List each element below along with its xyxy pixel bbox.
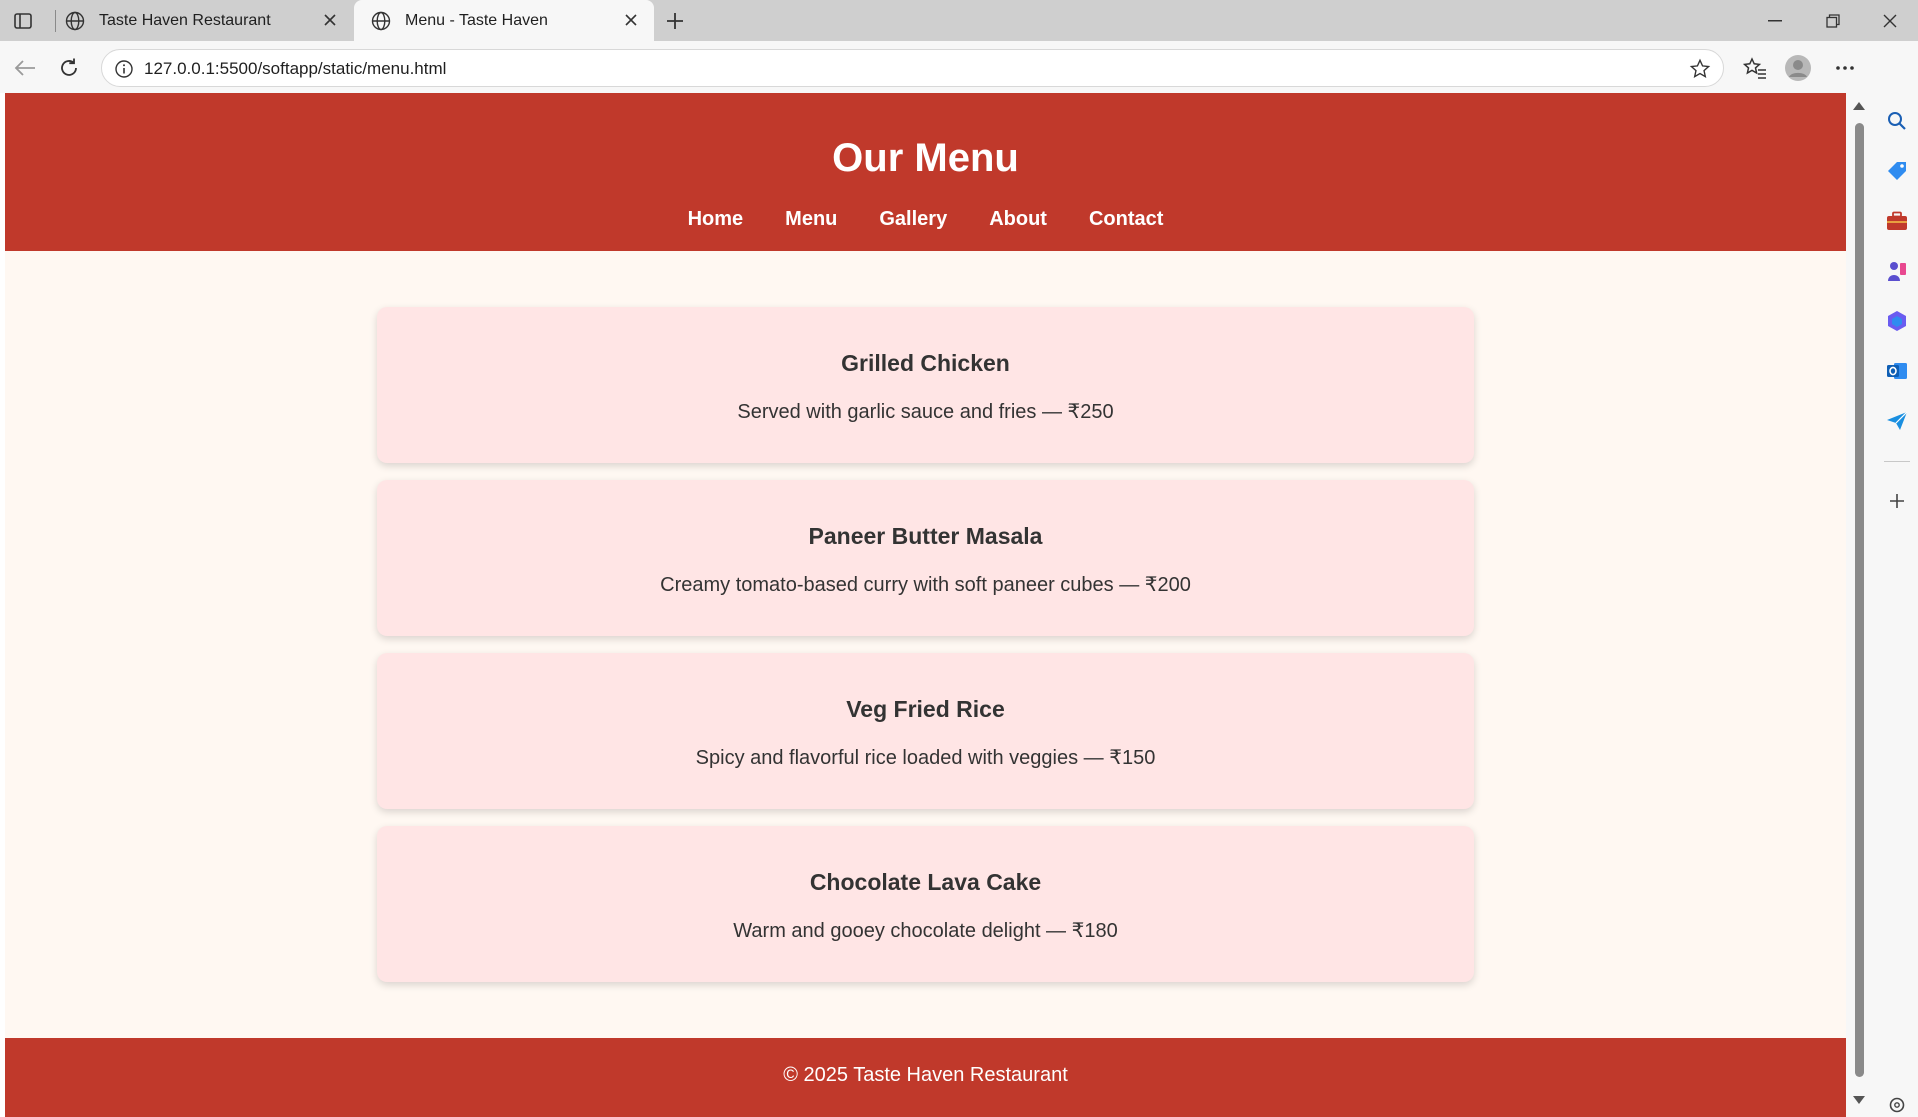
menu-item-description: Served with garlic sauce and fries — ₹25… xyxy=(737,401,1114,423)
window-close-icon[interactable] xyxy=(1862,0,1918,41)
globe-icon xyxy=(371,11,391,30)
tab-title: Taste Haven Restaurant xyxy=(99,11,271,29)
briefcase-icon[interactable] xyxy=(1885,209,1909,233)
nav-link-home[interactable]: Home xyxy=(688,208,744,231)
minimize-icon[interactable] xyxy=(1747,0,1803,41)
refresh-icon[interactable] xyxy=(55,54,83,82)
site-footer: © 2025 Taste Haven Restaurant xyxy=(5,1038,1846,1117)
site-header: Our Menu Home Menu Gallery About Contact xyxy=(5,93,1846,251)
url-text: 127.0.0.1:5500/softapp/static/menu.html xyxy=(144,59,447,78)
tab-bar: Taste Haven Restaurant Menu - Taste Have… xyxy=(0,0,1918,41)
sidebar-toggle-icon[interactable] xyxy=(10,8,36,34)
games-icon[interactable] xyxy=(1885,259,1909,283)
favorite-star-icon[interactable] xyxy=(1689,58,1711,80)
back-icon[interactable] xyxy=(11,54,39,82)
page-title: Our Menu xyxy=(832,136,1019,180)
tab-menu-taste-haven[interactable]: Menu - Taste Haven xyxy=(354,0,654,41)
scroll-down-icon[interactable] xyxy=(1853,1096,1865,1104)
nav-link-about[interactable]: About xyxy=(989,208,1047,231)
menu-item-name: Paneer Butter Masala xyxy=(808,523,1043,549)
new-tab-icon[interactable] xyxy=(662,8,688,34)
nav-link-menu[interactable]: Menu xyxy=(785,208,837,231)
tab-title: Menu - Taste Haven xyxy=(405,11,548,29)
search-icon[interactable] xyxy=(1885,109,1909,133)
menu-item-card: Veg Fried Rice Spicy and flavorful rice … xyxy=(377,653,1474,809)
info-icon[interactable] xyxy=(114,59,134,79)
side-panel-divider xyxy=(1884,461,1910,462)
menu-item-name: Chocolate Lava Cake xyxy=(809,869,1042,895)
globe-icon xyxy=(65,11,85,30)
scroll-thumb[interactable] xyxy=(1855,123,1864,1077)
add-icon[interactable] xyxy=(1885,489,1909,513)
menu-item-card: Paneer Butter Masala Creamy tomato-based… xyxy=(377,480,1474,636)
menu-item-name: Veg Fried Rice xyxy=(846,696,1005,722)
nav-link-contact[interactable]: Contact xyxy=(1089,208,1163,231)
restore-icon[interactable] xyxy=(1805,0,1861,41)
nav-link-gallery[interactable]: Gallery xyxy=(879,208,947,231)
office-icon[interactable] xyxy=(1885,309,1909,333)
favorites-icon[interactable] xyxy=(1741,54,1769,82)
scroll-up-icon[interactable] xyxy=(1853,102,1865,110)
outlook-icon[interactable] xyxy=(1885,359,1909,383)
close-icon[interactable] xyxy=(321,11,339,29)
page-viewport: Our Menu Home Menu Gallery About Contact… xyxy=(5,93,1846,1117)
profile-icon[interactable] xyxy=(1784,54,1812,82)
menu-item-description: Spicy and flavorful rice loaded with veg… xyxy=(695,747,1156,769)
site-nav: Home Menu Gallery About Contact xyxy=(5,208,1846,231)
footer-text: © 2025 Taste Haven Restaurant xyxy=(783,1064,1068,1086)
browser-toolbar: 127.0.0.1:5500/softapp/static/menu.html xyxy=(0,41,1918,93)
menu-item-card: Chocolate Lava Cake Warm and gooey choco… xyxy=(377,826,1474,982)
tab-taste-haven-restaurant[interactable]: Taste Haven Restaurant xyxy=(48,0,353,41)
menu-item-description: Creamy tomato-based curry with soft pane… xyxy=(660,574,1191,596)
more-icon[interactable] xyxy=(1831,54,1859,82)
shopping-tag-icon[interactable] xyxy=(1885,159,1909,183)
settings-icon[interactable] xyxy=(1885,1093,1909,1117)
menu-item-description: Warm and gooey chocolate delight — ₹180 xyxy=(733,920,1118,942)
close-icon[interactable] xyxy=(622,11,640,29)
address-bar[interactable]: 127.0.0.1:5500/softapp/static/menu.html xyxy=(101,49,1724,87)
menu-item-card: Grilled Chicken Served with garlic sauce… xyxy=(377,307,1474,463)
page-scrollbar[interactable] xyxy=(1846,93,1876,1117)
menu-item-name: Grilled Chicken xyxy=(841,350,1010,376)
send-icon[interactable] xyxy=(1885,409,1909,433)
side-panel xyxy=(1876,41,1918,1117)
